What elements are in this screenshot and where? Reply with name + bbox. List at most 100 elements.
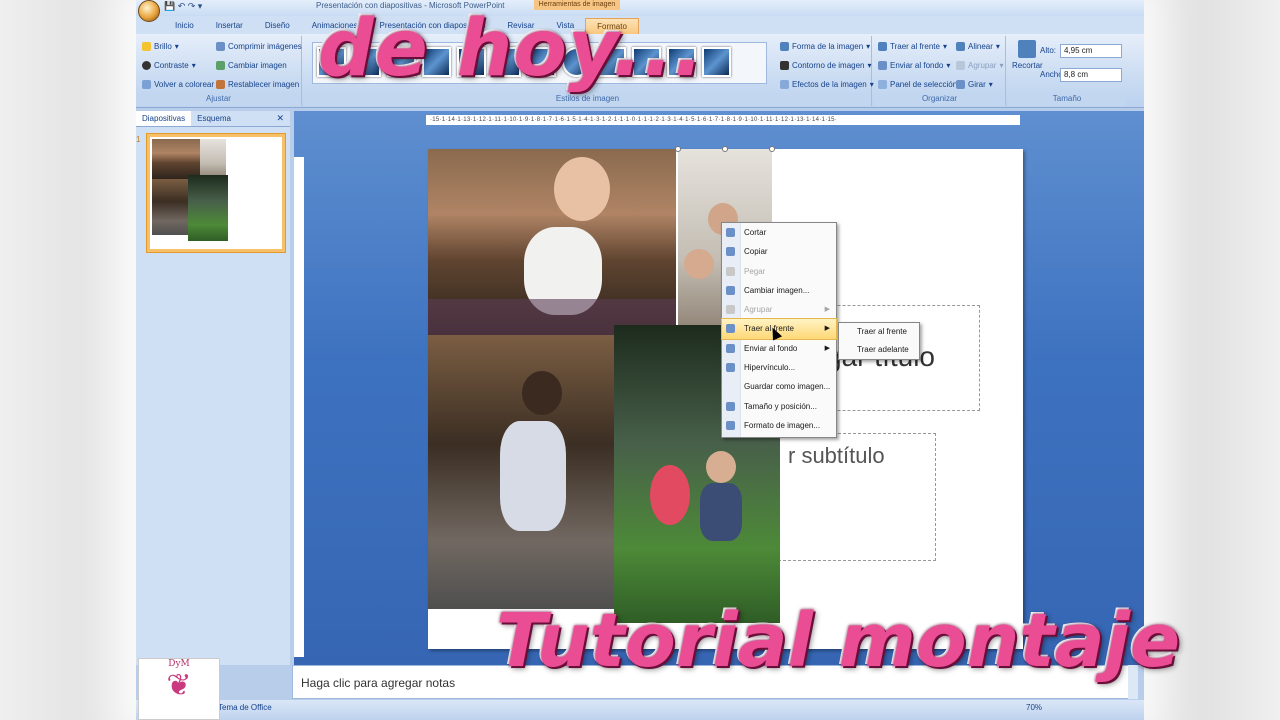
photo-swing <box>650 465 690 525</box>
contorno-label: Contorno de imagen <box>792 61 865 70</box>
ancho-input[interactable]: 8,8 cm <box>1060 68 1122 82</box>
thumbnail-photo <box>200 139 226 179</box>
menu-item-label: Hipervínculo... <box>744 363 796 373</box>
heart-icon: ❦ <box>166 668 192 703</box>
restablecer-button[interactable]: Restablecer imagen <box>216 80 299 89</box>
shape-icon <box>780 42 789 51</box>
alto-input[interactable]: 4,95 cm <box>1060 44 1122 58</box>
group-ajustar: Brillo ▾ Contraste ▾ Volver a colorear ▾… <box>136 36 302 106</box>
quick-access-toolbar[interactable]: 💾 ↶ ↷ ▾ <box>164 1 202 12</box>
panel-seleccion-label: Panel de selección <box>890 80 958 89</box>
rotate-icon <box>956 80 965 89</box>
menu-item-agrupar[interactable]: Agrupar ▶ <box>722 300 836 319</box>
forma-imagen-button[interactable]: Forma de la imagen ▾ <box>780 42 870 51</box>
photo-baby-deck[interactable] <box>428 149 676 335</box>
submenu-item-label: Traer al frente <box>857 327 907 336</box>
contrast-icon <box>142 61 151 70</box>
menu-item-label: Formato de imagen... <box>744 420 821 430</box>
menu-item-tamano-posicion[interactable]: Tamaño y posición... <box>722 397 836 416</box>
overlay-caption: Tutorial montaje <box>496 598 1181 684</box>
selection-handle[interactable] <box>722 146 728 152</box>
group-icon <box>726 305 735 315</box>
comprimir-label: Comprimir imágenes <box>228 42 302 51</box>
style-thumb[interactable] <box>702 47 731 77</box>
thumbnail-photo <box>152 179 188 235</box>
scissors-icon <box>726 228 735 237</box>
send-back-icon <box>726 343 735 353</box>
paste-icon <box>726 266 735 276</box>
menu-item-enviar-fondo[interactable]: Enviar al fondo ▶ <box>722 339 836 358</box>
status-theme: Tema de Office <box>218 703 272 712</box>
recolor-icon <box>142 80 151 89</box>
pane-close-icon[interactable]: ✕ <box>276 113 284 124</box>
change-picture-icon <box>726 285 735 295</box>
group-label-organizar: Organizar <box>874 94 1005 106</box>
vertical-ruler <box>294 157 304 657</box>
girar-label: Girar <box>968 80 986 89</box>
compress-icon <box>216 42 225 51</box>
zoom-level[interactable]: 70% <box>1026 703 1042 712</box>
change-picture-icon <box>216 61 225 70</box>
tab-esquema[interactable]: Esquema <box>191 111 237 126</box>
brillo-label: Brillo <box>154 42 172 51</box>
submenu-item-traer-adelante[interactable]: Traer adelante <box>839 341 919 359</box>
tab-diseno[interactable]: Diseño <box>254 18 301 34</box>
submenu-item-traer-frente[interactable]: Traer al frente <box>839 323 919 341</box>
alinear-button[interactable]: Alinear ▾ <box>956 42 1000 51</box>
thumbnail-canvas <box>150 137 282 249</box>
traer-frente-button[interactable]: Traer al frente ▾ <box>878 42 947 51</box>
recortar-button[interactable]: Recortar <box>1012 40 1043 70</box>
slide-thumbnail[interactable] <box>146 133 286 253</box>
menu-item-hipervinculo[interactable]: Hipervínculo... <box>722 358 836 377</box>
alto-label: Alto: <box>1040 46 1056 55</box>
tab-inicio[interactable]: Inicio <box>164 18 205 34</box>
menu-item-cambiar-imagen[interactable]: Cambiar imagen... <box>722 281 836 300</box>
cambiar-imagen-button[interactable]: Cambiar imagen <box>216 61 287 70</box>
efectos-label: Efectos de la imagen <box>792 80 867 89</box>
tab-insertar[interactable]: Insertar <box>205 18 254 34</box>
sun-icon <box>142 42 151 51</box>
selection-handle[interactable] <box>675 146 681 152</box>
tab-diapositivas[interactable]: Diapositivas <box>136 111 192 126</box>
submenu-arrow-icon: ▶ <box>824 344 830 352</box>
cambiar-imagen-label: Cambiar imagen <box>228 61 287 70</box>
menu-item-guardar-imagen[interactable]: Guardar como imagen... <box>722 377 836 396</box>
office-button[interactable] <box>138 0 160 22</box>
menu-item-cortar[interactable]: Cortar <box>722 223 836 242</box>
photo-toddler[interactable] <box>428 335 614 609</box>
group-label-tamano: Tamaño <box>1008 94 1126 106</box>
agrupar-button[interactable]: Agrupar ▾ <box>956 61 1003 70</box>
contraste-button[interactable]: Contraste ▾ <box>142 61 196 70</box>
efectos-imagen-button[interactable]: Efectos de la imagen ▾ <box>780 80 874 89</box>
slide-number: 1 <box>136 135 141 144</box>
reset-picture-icon <box>216 80 225 89</box>
crop-icon <box>1018 40 1037 58</box>
volver-colorear-button[interactable]: Volver a colorear ▾ <box>142 80 221 89</box>
contorno-imagen-button[interactable]: Contorno de imagen ▾ <box>780 61 872 70</box>
pane-tabs: Diapositivas Esquema <box>136 111 290 127</box>
forma-label: Forma de la imagen <box>792 42 864 51</box>
submenu-arrow-icon: ▶ <box>824 325 830 333</box>
group-label-ajustar: Ajustar <box>136 94 301 106</box>
menu-item-copiar[interactable]: Copiar <box>722 242 836 261</box>
panel-seleccion-button[interactable]: Panel de selección <box>878 80 957 89</box>
menu-item-label: Enviar al fondo <box>744 343 798 353</box>
photo-body <box>700 483 742 541</box>
menu-item-formato-imagen[interactable]: Formato de imagen... <box>722 416 836 435</box>
menu-item-label: Cambiar imagen... <box>744 285 810 295</box>
enviar-fondo-button[interactable]: Enviar al fondo ▾ <box>878 61 950 70</box>
globe-icon <box>726 363 735 373</box>
group-organizar: Traer al frente ▾ Enviar al fondo ▾ Pane… <box>874 36 1006 106</box>
horizontal-ruler: ·15·1·14·1·13·1·12·1·11·1·10·1·9·1·8·1·7… <box>426 115 1020 125</box>
girar-button[interactable]: Girar ▾ <box>956 80 993 89</box>
recortar-label: Recortar <box>1012 61 1043 70</box>
photo-face <box>706 451 736 483</box>
menu-item-label: Pegar <box>744 266 766 276</box>
selection-handle[interactable] <box>769 146 775 152</box>
comprimir-button[interactable]: Comprimir imágenes <box>216 42 302 51</box>
outline-icon <box>780 61 789 70</box>
submenu-traer: Traer al frente Traer adelante <box>838 322 920 360</box>
effects-icon <box>780 80 789 89</box>
menu-item-pegar[interactable]: Pegar <box>722 262 836 281</box>
brillo-button[interactable]: Brillo ▾ <box>142 42 179 51</box>
